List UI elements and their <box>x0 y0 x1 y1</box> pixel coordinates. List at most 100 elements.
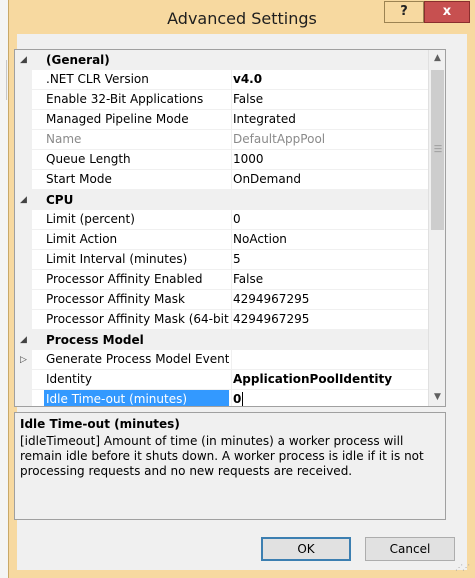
property-value: False <box>233 270 423 289</box>
property-value <box>233 350 423 369</box>
scroll-up-arrow-icon[interactable]: ▲ <box>429 50 445 67</box>
property-value-text: False <box>233 92 264 106</box>
column-separator <box>231 170 232 190</box>
property-value: 0 <box>233 210 423 229</box>
ok-button[interactable]: OK <box>261 537 351 561</box>
column-separator <box>231 370 232 390</box>
property-value-text: 5 <box>233 252 241 266</box>
column-separator <box>231 130 232 150</box>
title-bar[interactable]: Advanced Settings ? x <box>9 0 475 34</box>
collapse-arrow-icon[interactable]: ◢ <box>15 330 32 350</box>
property-row[interactable]: Identity ApplicationPoolIdentity <box>15 370 428 390</box>
property-name: Idle Time-out (minutes) <box>44 390 229 406</box>
property-row[interactable]: Limit Action NoAction <box>15 230 428 250</box>
category-row[interactable]: ◢ Process Model <box>15 330 428 350</box>
property-grid[interactable]: ◢ (General) .NET CLR Version v4.0 Enable 32-… <box>14 49 446 407</box>
close-button[interactable]: x <box>424 1 470 23</box>
property-value-text: ApplicationPoolIdentity <box>233 372 393 386</box>
property-value: OnDemand <box>233 170 423 189</box>
column-separator <box>231 290 232 310</box>
property-name: .NET CLR Version <box>46 72 149 86</box>
property-value: v4.0 <box>233 70 423 89</box>
property-name: Generate Process Model Event L <box>46 352 229 366</box>
resize-grip-icon[interactable]: ⋰⋰ <box>455 563 470 572</box>
property-value-text: NoAction <box>233 232 287 246</box>
property-name: Processor Affinity Mask (64-bit c <box>46 312 229 326</box>
property-name: Enable 32-Bit Applications <box>46 92 204 106</box>
property-value-text: 4294967295 <box>233 292 310 306</box>
property-row[interactable]: Name DefaultAppPool <box>15 130 428 150</box>
background-divider <box>6 60 7 100</box>
property-value-text: 4294967295 <box>233 312 310 326</box>
property-value: 5 <box>233 250 423 269</box>
property-name: Limit (percent) <box>46 212 135 226</box>
property-row[interactable]: Enable 32-Bit Applications False <box>15 90 428 110</box>
text-caret <box>242 392 244 406</box>
property-value-text: v4.0 <box>233 72 263 86</box>
description-panel: Idle Time-out (minutes) [idleTimeout] Am… <box>14 412 446 520</box>
property-row[interactable]: Start Mode OnDemand <box>15 170 428 190</box>
property-name: Processor Affinity Enabled <box>46 272 203 286</box>
column-separator <box>231 150 232 170</box>
expand-arrow-icon[interactable]: ▷ <box>15 350 32 370</box>
property-name: Queue Length <box>46 152 131 166</box>
property-value-text: 1000 <box>233 152 264 166</box>
category-row[interactable]: ◢ (General) <box>15 50 428 70</box>
property-value: ApplicationPoolIdentity <box>233 370 423 389</box>
property-value: DefaultAppPool <box>233 130 423 149</box>
category-label: Process Model <box>46 333 144 347</box>
property-name: Limit Interval (minutes) <box>46 252 188 266</box>
vertical-scrollbar[interactable]: ▲ — — — ▼ <box>428 50 445 406</box>
property-name: Start Mode <box>46 172 112 186</box>
cancel-button[interactable]: Cancel <box>365 537 455 561</box>
property-row[interactable]: .NET CLR Version v4.0 <box>15 70 428 90</box>
grip-icon: — — — <box>434 141 442 156</box>
property-value: 4294967295 <box>233 290 423 309</box>
column-separator <box>231 90 232 110</box>
category-label: CPU <box>46 193 74 207</box>
property-value: NoAction <box>233 230 423 249</box>
property-value-text: Integrated <box>233 112 296 126</box>
scrollbar-thumb[interactable]: — — — <box>431 70 444 230</box>
property-name: Limit Action <box>46 232 118 246</box>
property-name: Name <box>46 132 82 146</box>
property-name: Identity <box>46 372 92 386</box>
column-separator <box>231 350 232 370</box>
property-value: 1000 <box>233 150 423 169</box>
column-separator <box>231 110 232 130</box>
description-text: [idleTimeout] Amount of time (in minutes… <box>20 434 424 478</box>
category-label: (General) <box>46 53 110 67</box>
property-value-text: 0 <box>233 212 241 226</box>
scroll-down-arrow-icon[interactable]: ▼ <box>429 389 445 406</box>
property-row[interactable]: Processor Affinity Enabled False <box>15 270 428 290</box>
property-row[interactable]: Queue Length 1000 <box>15 150 428 170</box>
category-row[interactable]: ◢ CPU <box>15 190 428 210</box>
property-row[interactable]: ▷ Generate Process Model Event L <box>15 350 428 370</box>
property-value-text: 0 <box>233 392 242 406</box>
collapse-arrow-icon[interactable]: ◢ <box>15 190 32 210</box>
property-value: False <box>233 90 423 109</box>
property-row[interactable]: Limit Interval (minutes) 5 <box>15 250 428 270</box>
property-row[interactable]: Limit (percent) 0 <box>15 210 428 230</box>
help-button[interactable]: ? <box>384 1 424 23</box>
column-separator <box>231 250 232 270</box>
property-value-text: False <box>233 272 264 286</box>
property-value: Integrated <box>233 110 423 129</box>
column-separator <box>231 70 232 90</box>
column-separator <box>231 310 232 330</box>
column-separator <box>231 390 232 406</box>
property-name: Processor Affinity Mask <box>46 292 185 306</box>
property-value-text: OnDemand <box>233 172 301 186</box>
property-row[interactable]: Processor Affinity Mask 4294967295 <box>15 290 428 310</box>
property-value: 4294967295 <box>233 310 423 329</box>
column-separator <box>231 270 232 290</box>
property-row-selected[interactable]: Idle Time-out (minutes) 0 <box>15 390 428 406</box>
collapse-arrow-icon[interactable]: ◢ <box>15 50 32 70</box>
property-value-input[interactable]: 0 <box>233 390 423 406</box>
property-value-text: DefaultAppPool <box>233 132 326 146</box>
property-name: Managed Pipeline Mode <box>46 112 189 126</box>
property-row[interactable]: Processor Affinity Mask (64-bit c 4294967… <box>15 310 428 330</box>
column-separator <box>231 210 232 230</box>
property-row[interactable]: Managed Pipeline Mode Integrated <box>15 110 428 130</box>
column-separator <box>231 230 232 250</box>
